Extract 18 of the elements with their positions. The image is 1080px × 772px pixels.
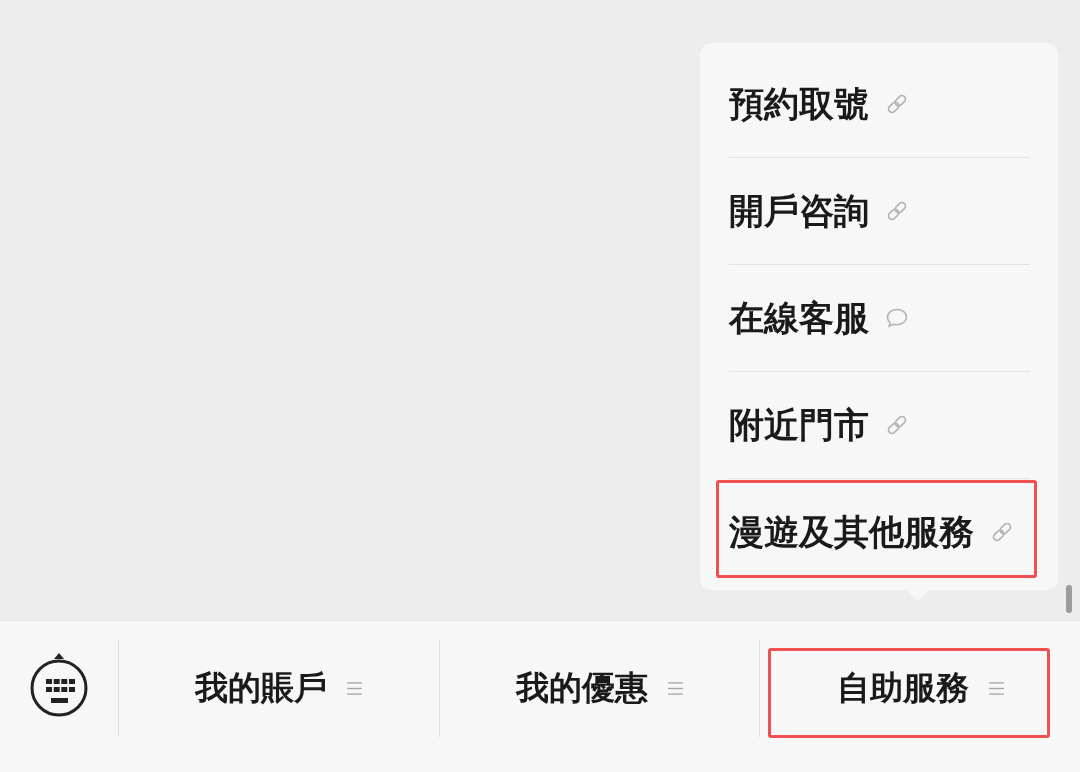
menu-item[interactable]: 附近門市 (729, 371, 1030, 478)
scrollbar-thumb[interactable] (1066, 585, 1072, 613)
menu-button[interactable]: 自助服務 (759, 640, 1080, 737)
menu-item[interactable]: 開戶咨詢 (729, 157, 1030, 264)
menu-item[interactable]: 漫遊及其他服務 (729, 478, 1030, 585)
keyboard-icon[interactable] (29, 652, 89, 718)
menu-icon (988, 682, 1004, 695)
menu-icon (347, 682, 363, 695)
chat-bubble-icon (885, 306, 909, 330)
menu-item[interactable]: 預約取號 (729, 51, 1030, 157)
menu-button[interactable]: 我的賬戶 (118, 640, 439, 737)
link-icon (885, 199, 909, 223)
menu-icon (668, 682, 683, 695)
menu-item[interactable]: 在線客服 (729, 264, 1030, 371)
menu-button[interactable]: 我的優惠 (438, 640, 760, 737)
link-icon (885, 92, 909, 116)
link-icon (990, 520, 1014, 544)
link-icon (885, 413, 909, 437)
